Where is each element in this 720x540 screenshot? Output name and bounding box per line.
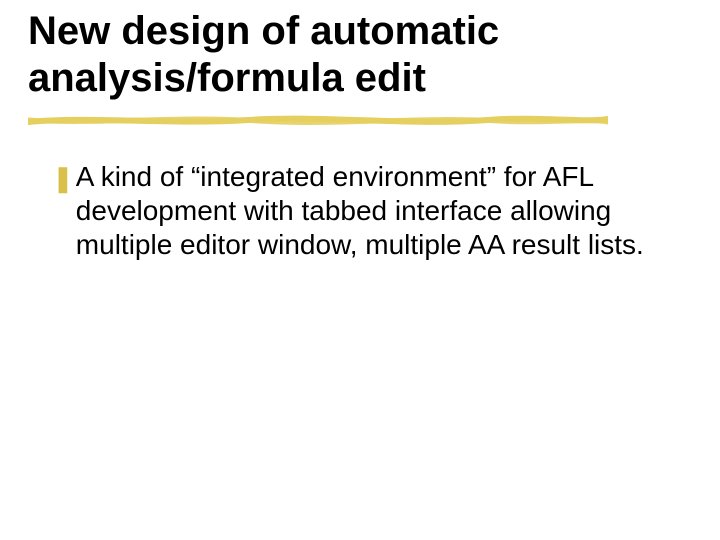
body-block: ❚ A kind of “integrated environment” for… (52, 160, 662, 262)
title-block: New design of automatic analysis/formula… (28, 8, 692, 102)
bullet-text: A kind of “integrated environment” for A… (76, 160, 662, 262)
slide: New design of automatic analysis/formula… (0, 0, 720, 540)
slide-title: New design of automatic analysis/formula… (28, 8, 692, 102)
bullet-item: ❚ A kind of “integrated environment” for… (52, 160, 662, 262)
title-underline (28, 113, 608, 127)
bullet-icon: ❚ (52, 162, 74, 195)
